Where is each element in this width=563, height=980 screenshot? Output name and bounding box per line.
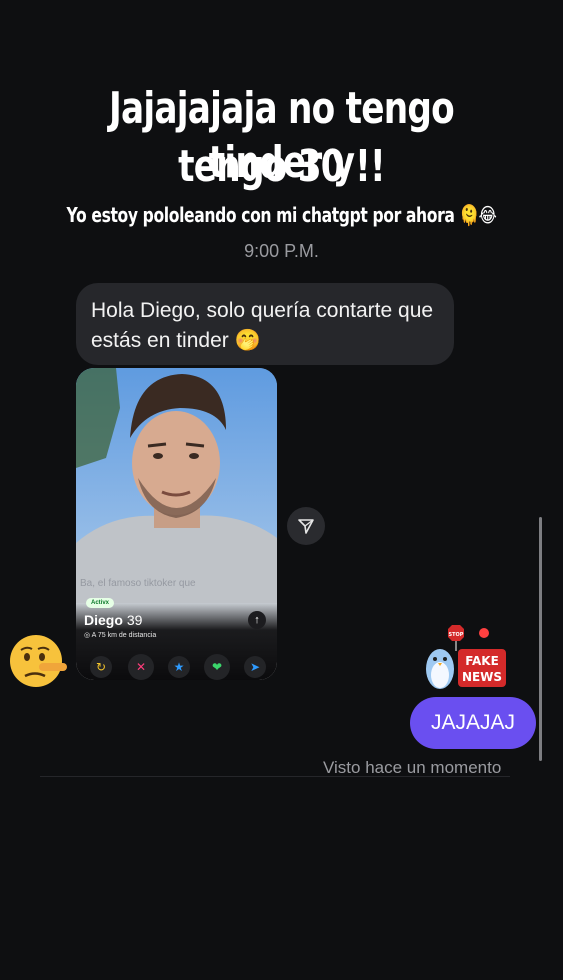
profile-first-name: Diego	[84, 612, 123, 628]
svg-text:NEWS: NEWS	[462, 670, 502, 684]
profile-age: 39	[126, 612, 143, 628]
boost-icon[interactable]: ➤	[244, 656, 266, 678]
super-like-icon[interactable]: ★	[168, 656, 190, 678]
svg-text:STOP: STOP	[449, 632, 464, 638]
profile-bio: Ba, el famoso tiktoker que	[80, 578, 196, 589]
profile-name: Diego 39	[84, 612, 142, 628]
nope-icon[interactable]: ✕	[128, 654, 154, 680]
profile-photo	[76, 368, 277, 603]
outgoing-message-bubble[interactable]: JAJAJAJ	[410, 697, 536, 749]
location-pin-icon: ◎	[84, 632, 91, 639]
seen-status: Visto hace un momento	[323, 758, 502, 777]
swipe-actions: ↻ ✕ ★ ❤ ➤	[90, 654, 270, 680]
shared-profile-card[interactable]: Ba, el famoso tiktoker que Activx Diego 3…	[76, 368, 277, 680]
headline-line-2: tengo 30 !!	[178, 141, 385, 192]
svg-text:FAKE: FAKE	[465, 654, 499, 668]
like-icon[interactable]: ❤	[204, 654, 230, 680]
incoming-message-bubble[interactable]: Hola Diego, solo quería contarte que est…	[76, 283, 454, 365]
fake-news-sticker-icon: FAKE NEWS STOP	[426, 625, 506, 689]
active-badge: Activx	[86, 598, 115, 608]
message-timestamp: 9:00 P.M.	[244, 241, 319, 261]
profile-distance: ◎ A 75 km de distancia	[84, 632, 157, 639]
expand-profile-icon[interactable]: ↑	[248, 611, 266, 629]
subline: Yo estoy pololeando con mi chatgpt por a…	[66, 203, 497, 227]
divider	[40, 776, 510, 777]
share-icon[interactable]	[287, 507, 325, 545]
lying-face-emoji-icon	[10, 635, 67, 687]
rewind-icon[interactable]: ↻	[90, 656, 112, 678]
scrollbar[interactable]	[539, 517, 542, 761]
